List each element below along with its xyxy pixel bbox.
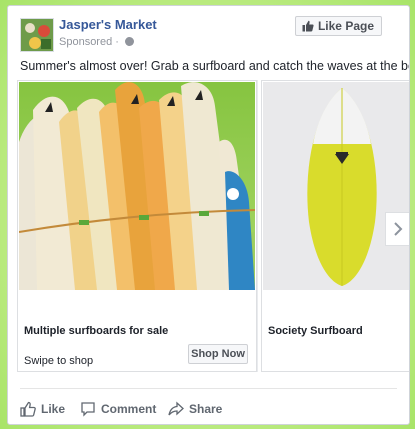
carousel: Multiple surfboards for sale Swipe to sh…	[17, 80, 409, 372]
share-action[interactable]: Share	[168, 401, 222, 417]
comment-label: Comment	[101, 402, 157, 416]
surfboard-image[interactable]	[263, 82, 409, 290]
card-2-title: Society Surfboard	[268, 325, 363, 337]
thumbs-up-icon	[20, 401, 36, 417]
like-action[interactable]: Like	[20, 401, 65, 417]
thumbs-up-icon	[302, 20, 314, 32]
carousel-next-button[interactable]	[385, 212, 409, 246]
surfboards-image[interactable]	[19, 82, 255, 290]
globe-icon	[125, 37, 134, 46]
comment-action[interactable]: Comment	[80, 401, 156, 417]
share-label: Share	[189, 402, 223, 416]
page-name-link[interactable]: Jasper's Market	[59, 17, 157, 32]
sponsored-post-card: Jasper's Market Sponsored · Like Page Su…	[7, 5, 410, 425]
sponsored-text: Sponsored	[59, 36, 113, 48]
carousel-card-1[interactable]: Multiple surfboards for sale Swipe to sh…	[17, 80, 257, 372]
like-page-label: Like Page	[317, 19, 374, 33]
card-1-title: Multiple surfboards for sale	[24, 325, 169, 337]
action-divider	[20, 388, 397, 389]
post-message: Summer's almost over! Grab a surfboard a…	[20, 59, 410, 73]
comment-icon	[81, 402, 95, 417]
shop-now-button[interactable]: Shop Now	[188, 344, 248, 364]
sponsored-label: Sponsored ·	[59, 36, 134, 48]
like-label: Like	[41, 402, 66, 416]
share-icon	[168, 401, 184, 416]
card-1-subtitle: Swipe to shop	[24, 355, 94, 367]
chevron-right-icon	[393, 222, 402, 236]
page-avatar[interactable]	[20, 18, 54, 52]
like-page-button[interactable]: Like Page	[294, 16, 382, 36]
